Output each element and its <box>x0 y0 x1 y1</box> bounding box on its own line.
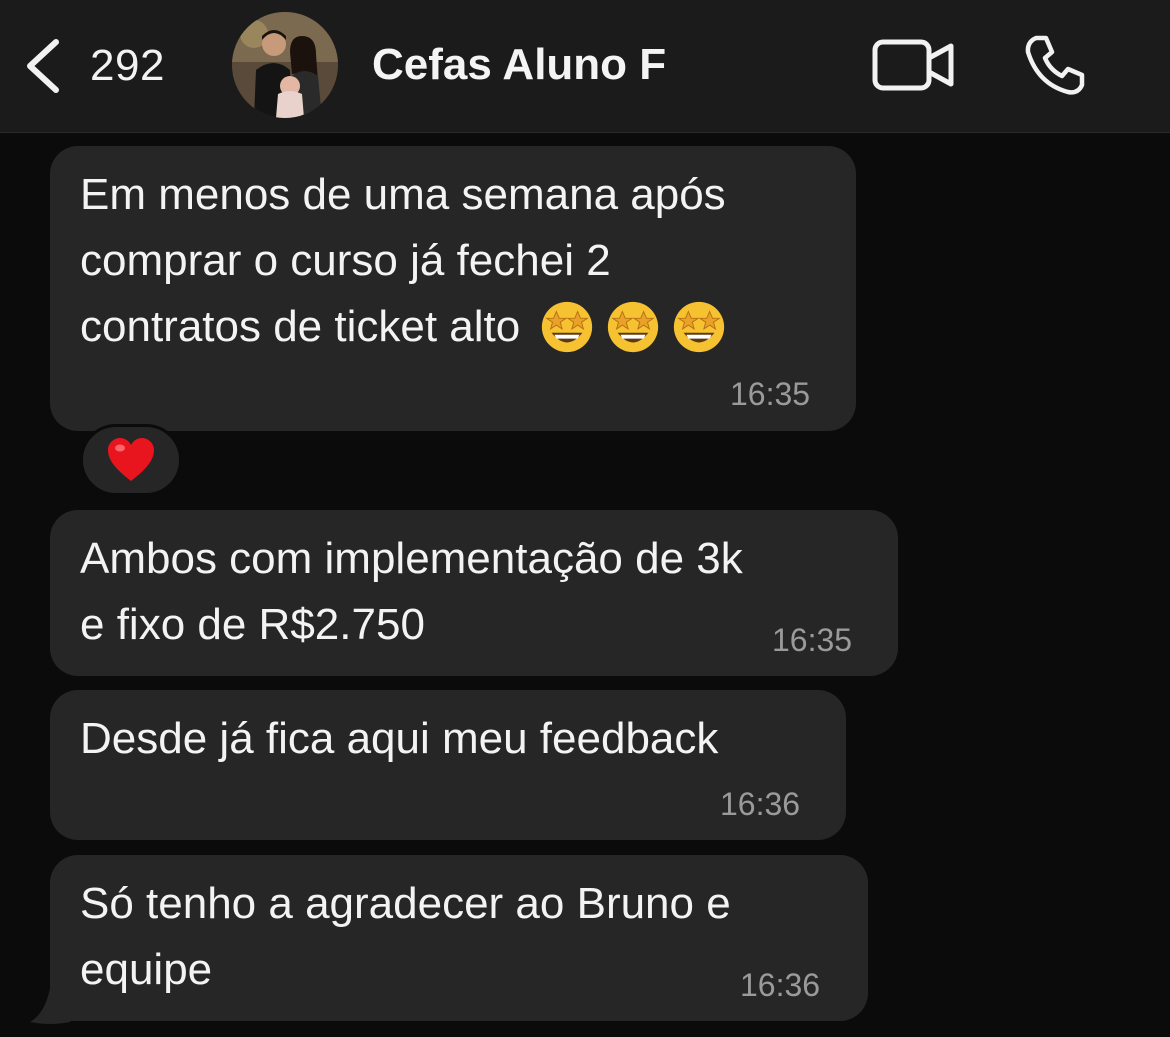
reaction-badge[interactable] <box>80 424 182 496</box>
voice-call-button[interactable] <box>1022 32 1088 98</box>
message-text: Ambos com implementação de 3k e fixo de … <box>80 526 743 658</box>
message-text: Em menos de uma semana após comprar o cu… <box>80 162 728 360</box>
unread-count: 292 <box>90 41 165 90</box>
chat-screen: 292 Cefas Aluno F Em menos de uma semana… <box>0 0 1170 1037</box>
message-bubble[interactable]: Em menos de uma semana após comprar o cu… <box>50 146 856 431</box>
message-timestamp: 16:36 <box>720 786 801 822</box>
message-line: equipe <box>80 945 213 994</box>
back-button[interactable]: 292 <box>22 34 192 98</box>
star-struck-emoji-icon <box>674 301 725 353</box>
message-line: Ambos com implementação de 3k <box>80 534 743 583</box>
message-timestamp: 16:35 <box>730 376 811 412</box>
message-line: contratos de ticket alto <box>80 294 728 360</box>
video-call-button[interactable] <box>872 38 956 92</box>
message-timestamp: 16:35 <box>772 622 853 658</box>
chevron-left-icon <box>27 39 59 93</box>
video-camera-icon <box>872 39 954 91</box>
chat-header: 292 Cefas Aluno F <box>0 0 1170 133</box>
message-text: Desde já fica aqui meu feedback <box>80 706 718 772</box>
star-struck-emoji-icon <box>608 301 659 353</box>
message-timestamp: 16:36 <box>740 967 821 1003</box>
message-bubble[interactable]: Só tenho a agradecer ao Bruno e equipe 1… <box>50 855 868 1021</box>
message-line: Só tenho a agradecer ao Bruno e <box>80 879 731 928</box>
message-bubble[interactable]: Ambos com implementação de 3k e fixo de … <box>50 510 898 676</box>
message-line-text: contratos de ticket alto <box>80 302 521 351</box>
red-heart-icon <box>108 438 154 481</box>
avatar[interactable] <box>232 12 338 118</box>
message-text: Só tenho a agradecer ao Bruno e equipe <box>80 871 731 1003</box>
avatar-photo <box>232 12 338 118</box>
message-line: Desde já fica aqui meu feedback <box>80 714 719 763</box>
message-line: comprar o curso já fechei 2 <box>80 236 611 285</box>
phone-icon <box>1025 35 1085 95</box>
message-line: e fixo de R$2.750 <box>80 600 425 649</box>
message-bubble[interactable]: Desde já fica aqui meu feedback 16:36 <box>50 690 846 840</box>
star-struck-emoji-icon <box>542 301 593 353</box>
message-line: Em menos de uma semana após <box>80 170 726 219</box>
contact-name[interactable]: Cefas Aluno F <box>372 40 666 90</box>
